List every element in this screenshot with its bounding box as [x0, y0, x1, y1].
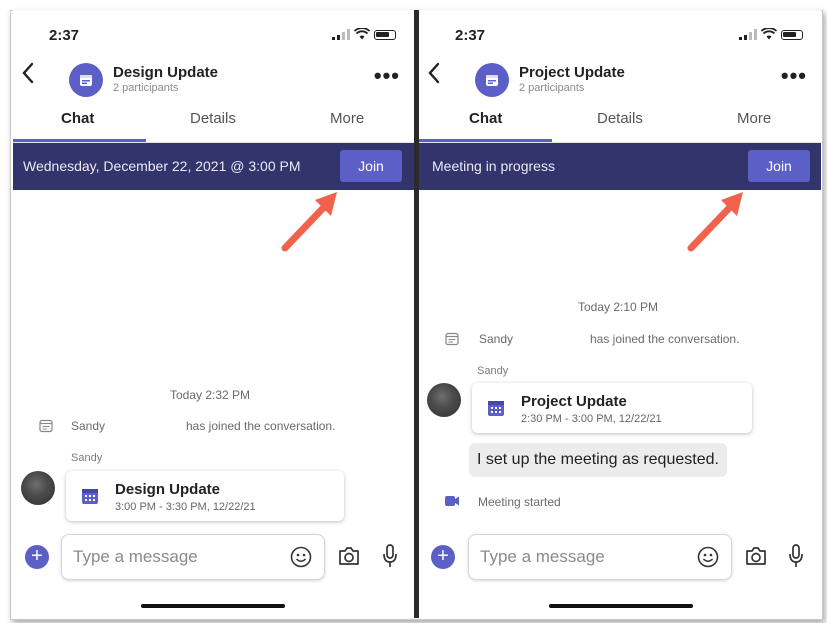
tab-more[interactable]: More — [737, 110, 771, 127]
chat-title: Project Update — [519, 64, 625, 81]
system-message-text: has joined the conversation. — [186, 419, 336, 433]
wifi-icon — [761, 28, 777, 40]
back-chevron-icon[interactable] — [427, 62, 441, 88]
camera-icon[interactable] — [744, 545, 768, 567]
status-icons — [332, 26, 396, 40]
back-chevron-icon[interactable] — [21, 62, 35, 88]
signal-icon — [332, 28, 350, 40]
status-time: 2:37 — [49, 27, 80, 44]
meeting-banner-text: Meeting in progress — [432, 158, 555, 174]
tab-details[interactable]: Details — [597, 110, 643, 127]
calendar-icon — [445, 332, 459, 346]
calendar-icon — [486, 75, 498, 86]
meeting-card-title: Project Update — [521, 393, 627, 410]
emoji-icon[interactable] — [697, 546, 719, 568]
join-button[interactable]: Join — [340, 150, 402, 182]
calendar-icon — [488, 401, 504, 416]
home-indicator — [141, 604, 285, 608]
arrow-annotation-icon — [281, 192, 337, 252]
meeting-card-time: 2:30 PM - 3:00 PM, 12/22/21 — [521, 413, 662, 425]
system-message-text: has joined the conversation. — [590, 332, 740, 346]
home-indicator — [549, 604, 693, 608]
microphone-icon[interactable] — [788, 543, 804, 569]
meeting-banner-text: Wednesday, December 22, 2021 @ 3:00 PM — [23, 158, 301, 174]
battery-icon — [781, 30, 803, 40]
system-message-name: Sandy — [479, 332, 514, 346]
meeting-started-text: Meeting started — [478, 495, 561, 509]
calendar-icon — [80, 75, 92, 86]
more-dots-icon[interactable]: ••• — [374, 65, 400, 87]
group-avatar[interactable] — [69, 63, 103, 97]
status-icons — [739, 26, 803, 40]
tab-chat[interactable]: Chat — [469, 110, 502, 127]
emoji-icon[interactable] — [290, 546, 312, 568]
calendar-icon — [39, 419, 53, 433]
tab-details[interactable]: Details — [190, 110, 236, 127]
status-time: 2:37 — [455, 27, 486, 44]
participants-count: 2 participants — [113, 82, 179, 94]
meeting-card[interactable]: Design Update 3:00 PM - 3:30 PM, 12/22/2… — [66, 471, 344, 521]
meeting-card-time: 3:00 PM - 3:30 PM, 12/22/21 — [115, 501, 256, 513]
meeting-card-title: Design Update — [115, 481, 221, 498]
message-bubble[interactable]: I set up the meeting as requested. — [469, 443, 727, 477]
video-icon — [445, 496, 459, 506]
calendar-icon — [82, 489, 98, 504]
message-composer[interactable]: Type a message — [61, 534, 325, 580]
wifi-icon — [354, 28, 370, 40]
sender-name: Sandy — [71, 452, 103, 464]
avatar — [21, 471, 55, 505]
plus-icon[interactable]: + — [25, 545, 49, 569]
chat-timestamp: Today 2:32 PM — [170, 388, 251, 402]
composer-placeholder: Type a message — [73, 547, 198, 566]
message-composer[interactable]: Type a message — [468, 534, 732, 580]
arrow-annotation-icon — [687, 192, 743, 252]
microphone-icon[interactable] — [382, 543, 398, 569]
more-dots-icon[interactable]: ••• — [781, 65, 807, 87]
meeting-card[interactable]: Project Update 2:30 PM - 3:00 PM, 12/22/… — [472, 383, 752, 433]
tab-chat[interactable]: Chat — [61, 110, 94, 127]
composer-placeholder: Type a message — [480, 547, 605, 566]
phone-screen-right: 2:37 Project Update 2 participants ••• C… — [419, 10, 821, 618]
chat-timestamp: Today 2:10 PM — [578, 300, 659, 314]
avatar — [427, 383, 461, 417]
system-message-name: Sandy — [71, 419, 106, 433]
battery-icon — [374, 30, 396, 40]
chat-title: Design Update — [113, 64, 219, 81]
join-button[interactable]: Join — [748, 150, 810, 182]
plus-icon[interactable]: + — [431, 545, 455, 569]
sender-name: Sandy — [477, 365, 509, 377]
participants-count: 2 participants — [519, 82, 585, 94]
camera-icon[interactable] — [337, 545, 361, 567]
signal-icon — [739, 28, 757, 40]
group-avatar[interactable] — [475, 63, 509, 97]
phone-screen-left: 2:37 Design Update 2 participants ••• Ch… — [13, 10, 414, 618]
tab-more[interactable]: More — [330, 110, 364, 127]
